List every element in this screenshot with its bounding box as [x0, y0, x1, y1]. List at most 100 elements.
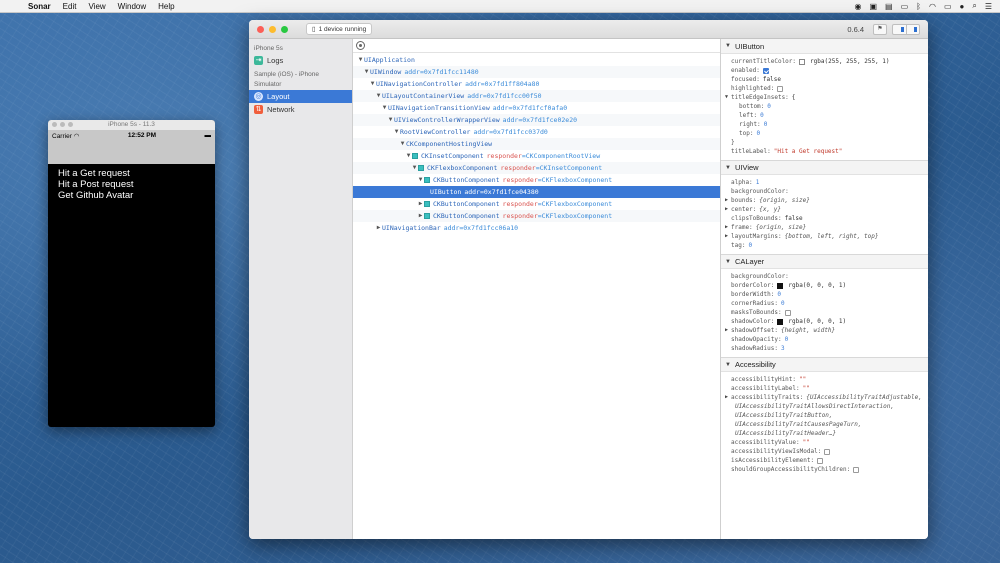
isaccessibilityelement-checkbox[interactable]: [817, 457, 824, 464]
section-title: UIView: [734, 163, 759, 172]
prop-enabled: enabled:: [721, 66, 928, 75]
prop-borderwidth: borderWidth: 0: [731, 291, 781, 298]
prop-shadowradius: shadowRadius: 3: [731, 345, 785, 352]
component-icon: [418, 165, 424, 171]
disclosure-arrow-icon[interactable]: ▼: [411, 162, 418, 174]
disclosure-arrow-icon[interactable]: ▼: [375, 90, 382, 102]
tree-row[interactable]: ▶ CKButtonComponent responder =CKFlexboxCom…: [353, 210, 720, 222]
disclosure-arrow-icon[interactable]: ▶: [417, 198, 424, 210]
zoom-window-button[interactable]: [281, 25, 288, 33]
document-icon[interactable]: ▤: [885, 2, 893, 11]
post-request-button[interactable]: Hit a Post request: [58, 179, 205, 190]
inspector-panel: ▼ UIButton currentTitleColor: rgba(255, 2…: [721, 39, 928, 539]
disclosure-arrow-icon[interactable]: ▼: [387, 114, 394, 126]
toggle-sidebar-button[interactable]: [893, 24, 907, 34]
apps-icon[interactable]: ▣: [869, 2, 877, 11]
disclosure-arrow-icon[interactable]: ▶: [375, 222, 382, 234]
tree-row[interactable]: ▼ UIApplication: [353, 54, 720, 66]
menu-view[interactable]: View: [82, 0, 111, 13]
prop-titleedgeinsets[interactable]: ▼ titleEdgeInsets:{: [721, 93, 928, 102]
disclosure-arrow-icon[interactable]: ▼: [369, 78, 376, 90]
section-title: UIButton: [734, 41, 765, 51]
window-body: iPhone 5s ⇥ Logs Sample (iOS) - iPhone S…: [249, 39, 928, 539]
tree-row[interactable]: ▼ CKFlexboxComponent responder =CKInsetComp…: [353, 162, 720, 174]
prop-layer-backgroundcolor: backgroundColor:: [731, 273, 789, 280]
tree-node-value: addr=0x7fd1ff804a80: [465, 80, 540, 88]
section-body-accessibility: accessibilityHint: "" accessibilityLabel:…: [721, 372, 928, 478]
github-avatar-button[interactable]: Get Github Avatar: [58, 190, 205, 201]
disclosure-arrow-icon[interactable]: ▼: [393, 126, 400, 138]
bluetooth-icon[interactable]: ᛒ: [916, 2, 921, 11]
sidebar-item-label: Logs: [267, 56, 284, 65]
disclosure-arrow-icon[interactable]: ▼: [405, 150, 412, 162]
disclosure-arrow-icon[interactable]: ▼: [417, 174, 424, 186]
menu-window[interactable]: Window: [112, 0, 152, 13]
tree-row[interactable]: ▶ CKButtonComponent responder =CKFlexboxCom…: [353, 198, 720, 210]
section-header-calayer[interactable]: ▼ CALayer: [721, 254, 928, 269]
disclosure-arrow-icon[interactable]: ▼: [399, 138, 406, 150]
simulator-window-controls[interactable]: [52, 122, 73, 127]
tree-row[interactable]: ▼ UIWindow addr=0x7fd1fcc11480: [353, 66, 720, 78]
prop-center[interactable]: ▶ center: {x, y}: [721, 205, 928, 214]
disclosure-arrow-icon[interactable]: ▼: [363, 66, 370, 78]
color-swatch[interactable]: [777, 282, 784, 289]
close-window-button[interactable]: [257, 25, 264, 33]
tree-row[interactable]: ▼ UILayoutContainerView addr=0x7fd1fcc00f5…: [353, 90, 720, 102]
minimize-window-button[interactable]: [269, 25, 276, 33]
section-title: CALayer: [734, 257, 765, 266]
tree-row[interactable]: ▼ CKInsetComponent responder =CKComponentRo…: [353, 150, 720, 162]
disclosure-arrow-icon[interactable]: ▼: [357, 54, 364, 66]
shouldgroup-checkbox[interactable]: [853, 466, 860, 473]
target-icon[interactable]: [356, 41, 365, 50]
bug-report-button[interactable]: ⚑: [873, 23, 887, 35]
viewismodal-checkbox[interactable]: [824, 448, 831, 455]
disclosure-arrow-icon[interactable]: ▼: [381, 102, 388, 114]
prop-accessibilitytraits[interactable]: ▶ accessibilityTraits: {UIAccessibilityTra…: [721, 393, 928, 402]
prop-right: right: 0: [739, 121, 768, 128]
section-header-uiview[interactable]: ▼ UIView: [721, 160, 928, 175]
tree-row[interactable]: ▼ CKButtonComponent responder =CKFlexboxCom…: [353, 174, 720, 186]
display-icon[interactable]: ▭: [901, 2, 909, 11]
device-selector-button[interactable]: ▯ 1 device running: [306, 23, 373, 35]
sidebar-section-device: iPhone 5s: [254, 45, 283, 52]
sidebar-item-layout[interactable]: ◎ Layout: [249, 90, 352, 103]
prop-shadowoffset[interactable]: ▶ shadowOffset: {height, width}: [721, 326, 928, 335]
tree-row[interactable]: ▼ UINavigationController addr=0x7fd1ff804a…: [353, 78, 720, 90]
search-icon[interactable]: ⌕: [972, 1, 976, 11]
tree-row[interactable]: ▼ CKComponentHostingView: [353, 138, 720, 150]
section-header-uibutton[interactable]: ▼ UIButton: [721, 39, 928, 54]
wifi-icon[interactable]: ◠: [929, 2, 936, 11]
tree-row[interactable]: ▼ UIViewControllerWrapperView addr=0x7fd1f…: [353, 114, 720, 126]
tree-row[interactable]: ▶ UINavigationBar addr=0x7fd1fcc06a10: [353, 222, 720, 234]
tree-row[interactable]: ▼ UINavigationTransitionView addr=0x7fd1fc…: [353, 102, 720, 114]
prop-tag: tag: 0: [731, 242, 753, 249]
get-request-button[interactable]: Hit a Get request: [58, 168, 205, 179]
section-body-calayer: backgroundColor: borderColor: rgba(0, 0, …: [721, 269, 928, 357]
simulator-content: Hit a Get request Hit a Post request Get…: [48, 164, 215, 205]
prop-highlighted: highlighted:: [721, 84, 928, 93]
menu-list-icon[interactable]: ☰: [985, 2, 992, 11]
tree-row[interactable]: ▼ RootViewController addr=0x7fd1fcc037d0: [353, 126, 720, 138]
ios-navigation-bar: [48, 141, 215, 164]
sidebar-item-network[interactable]: ⇅ Network: [249, 103, 352, 116]
highlighted-checkbox[interactable]: [777, 85, 784, 92]
toggle-inspector-button[interactable]: [907, 25, 920, 34]
prop-layoutmargins[interactable]: ▶ layoutMargins: {bottom, left, right, top…: [721, 232, 928, 241]
color-swatch[interactable]: [777, 318, 784, 325]
prop-bounds[interactable]: ▶ bounds: {origin, size}: [721, 196, 928, 205]
color-swatch[interactable]: [799, 58, 806, 65]
maskstobounds-checkbox[interactable]: [784, 309, 791, 316]
section-header-accessibility[interactable]: ▼ Accessibility: [721, 357, 928, 372]
battery-icon[interactable]: ▭: [944, 2, 952, 11]
prop-backgroundcolor: backgroundColor:: [731, 188, 789, 195]
disclosure-arrow-icon[interactable]: ▶: [417, 210, 424, 222]
prop-frame[interactable]: ▶ frame: {origin, size}: [721, 223, 928, 232]
user-icon[interactable]: ●: [960, 2, 965, 11]
tree-row-selected[interactable]: UIButton addr=0x7fd1fce04380: [353, 186, 720, 198]
menu-edit[interactable]: Edit: [57, 0, 83, 13]
menu-app-sonar[interactable]: Sonar: [22, 0, 57, 13]
sidebar-item-logs[interactable]: ⇥ Logs: [249, 54, 352, 67]
record-icon[interactable]: ◉: [854, 2, 861, 11]
menu-help[interactable]: Help: [152, 0, 180, 13]
enabled-checkbox[interactable]: [762, 67, 769, 74]
